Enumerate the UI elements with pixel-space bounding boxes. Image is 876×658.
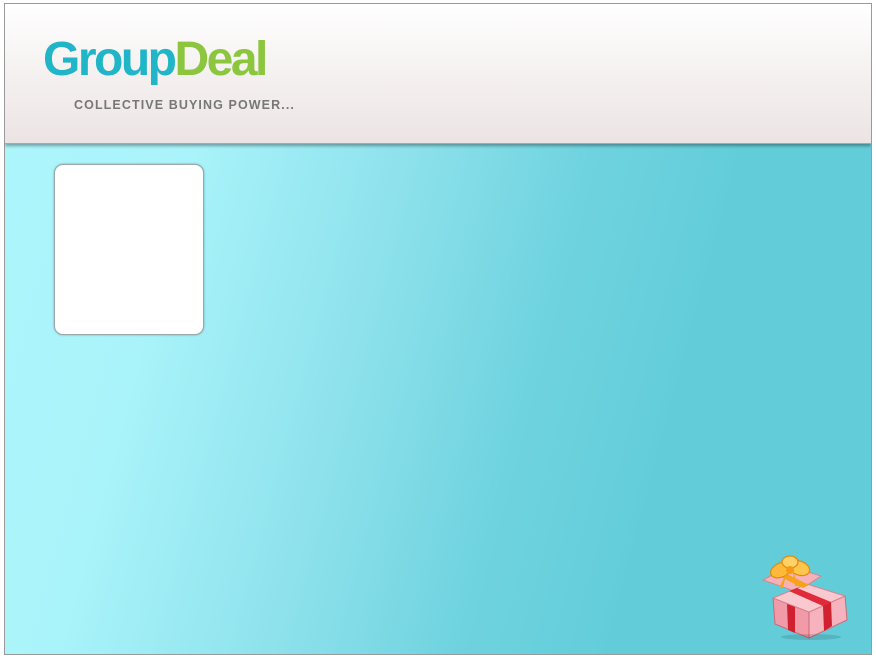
tagline: COLLECTIVE BUYING POWER... bbox=[74, 98, 295, 112]
logo-text-deal: Deal bbox=[174, 33, 268, 86]
app-window: GroupDeal COLLECTIVE BUYING POWER... bbox=[4, 3, 872, 655]
logo-text-group: Group bbox=[43, 33, 177, 86]
content-card bbox=[54, 164, 204, 335]
gift-box-icon bbox=[761, 555, 848, 640]
header-bar: GroupDeal COLLECTIVE BUYING POWER... bbox=[5, 4, 871, 144]
groupdeal-logo[interactable]: GroupDeal bbox=[43, 33, 268, 86]
